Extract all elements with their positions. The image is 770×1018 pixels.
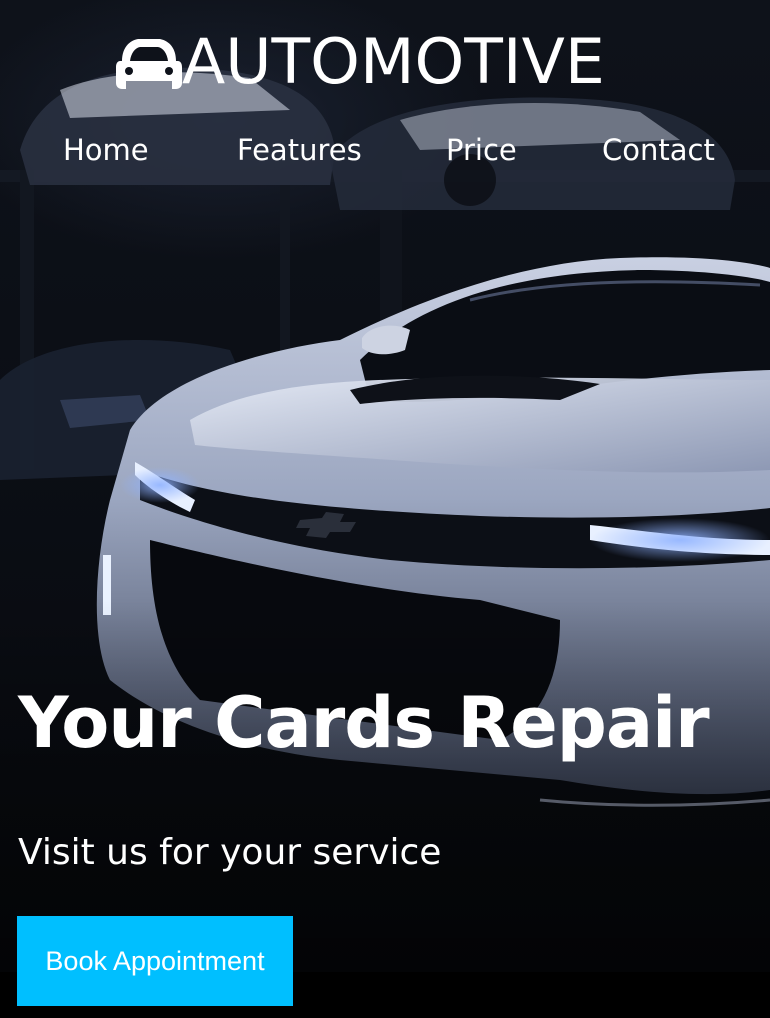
hero-section: AUTOMOTIVE Home Features Price Contact Y… [0,0,770,972]
car-icon [116,39,182,89]
hero-subtitle: Visit us for your service [18,832,442,873]
brand-name: AUTOMOTIVE [182,25,605,98]
nav-item-contact[interactable]: Contact [602,130,715,170]
brand-logo[interactable]: AUTOMOTIVE [116,30,605,94]
book-appointment-button[interactable]: Book Appointment [17,916,293,1006]
nav-item-price[interactable]: Price [446,130,517,170]
hero-title: Your Cards Repair [18,682,710,764]
nav-item-features[interactable]: Features [237,130,362,170]
main-nav: Home Features Price Contact [0,130,770,174]
nav-item-home[interactable]: Home [63,130,149,170]
